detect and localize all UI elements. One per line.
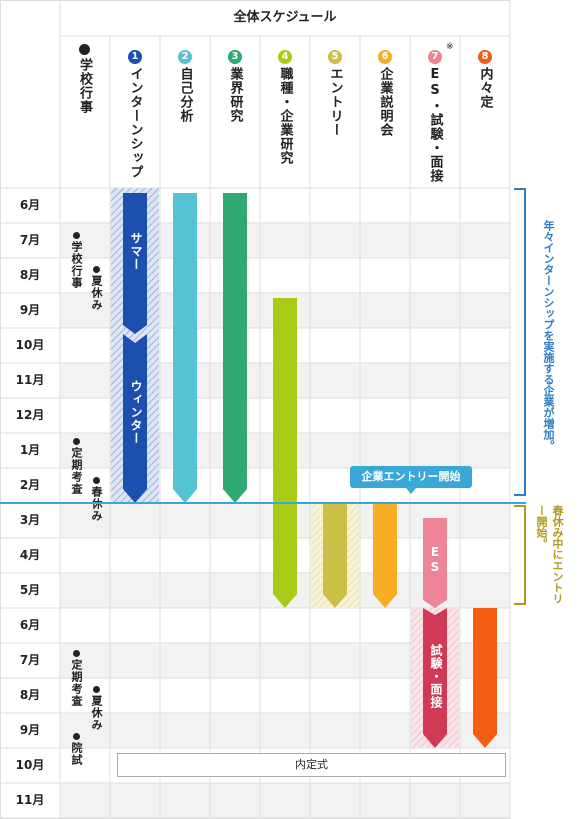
bar-entry xyxy=(323,503,347,608)
side-note-lower: 春休み中にエントリー開始。 xyxy=(535,505,564,604)
bracket-upper xyxy=(514,188,526,496)
bar-label-interview: 試験・面接 xyxy=(429,644,443,709)
bracket-lower xyxy=(514,505,526,605)
bar-label-winter: ウィンター xyxy=(129,380,143,445)
bar-label-es: ES xyxy=(428,545,442,575)
bar-industry-research xyxy=(223,193,247,503)
side-note-upper: 年々インターンシップを実施する企業が増加。 xyxy=(542,220,555,451)
entry-start-callout: 企業エントリー開始 xyxy=(350,466,472,488)
bar-naitei xyxy=(473,608,497,748)
naitei-ceremony-box: 内定式 xyxy=(117,753,506,777)
bar-info-session xyxy=(373,503,397,608)
callout-pointer xyxy=(406,488,416,494)
bar-job-research xyxy=(273,298,297,608)
bar-label-summer: サマー xyxy=(129,232,143,271)
schedule-bars xyxy=(0,188,526,748)
bar-self-analysis xyxy=(173,193,197,503)
